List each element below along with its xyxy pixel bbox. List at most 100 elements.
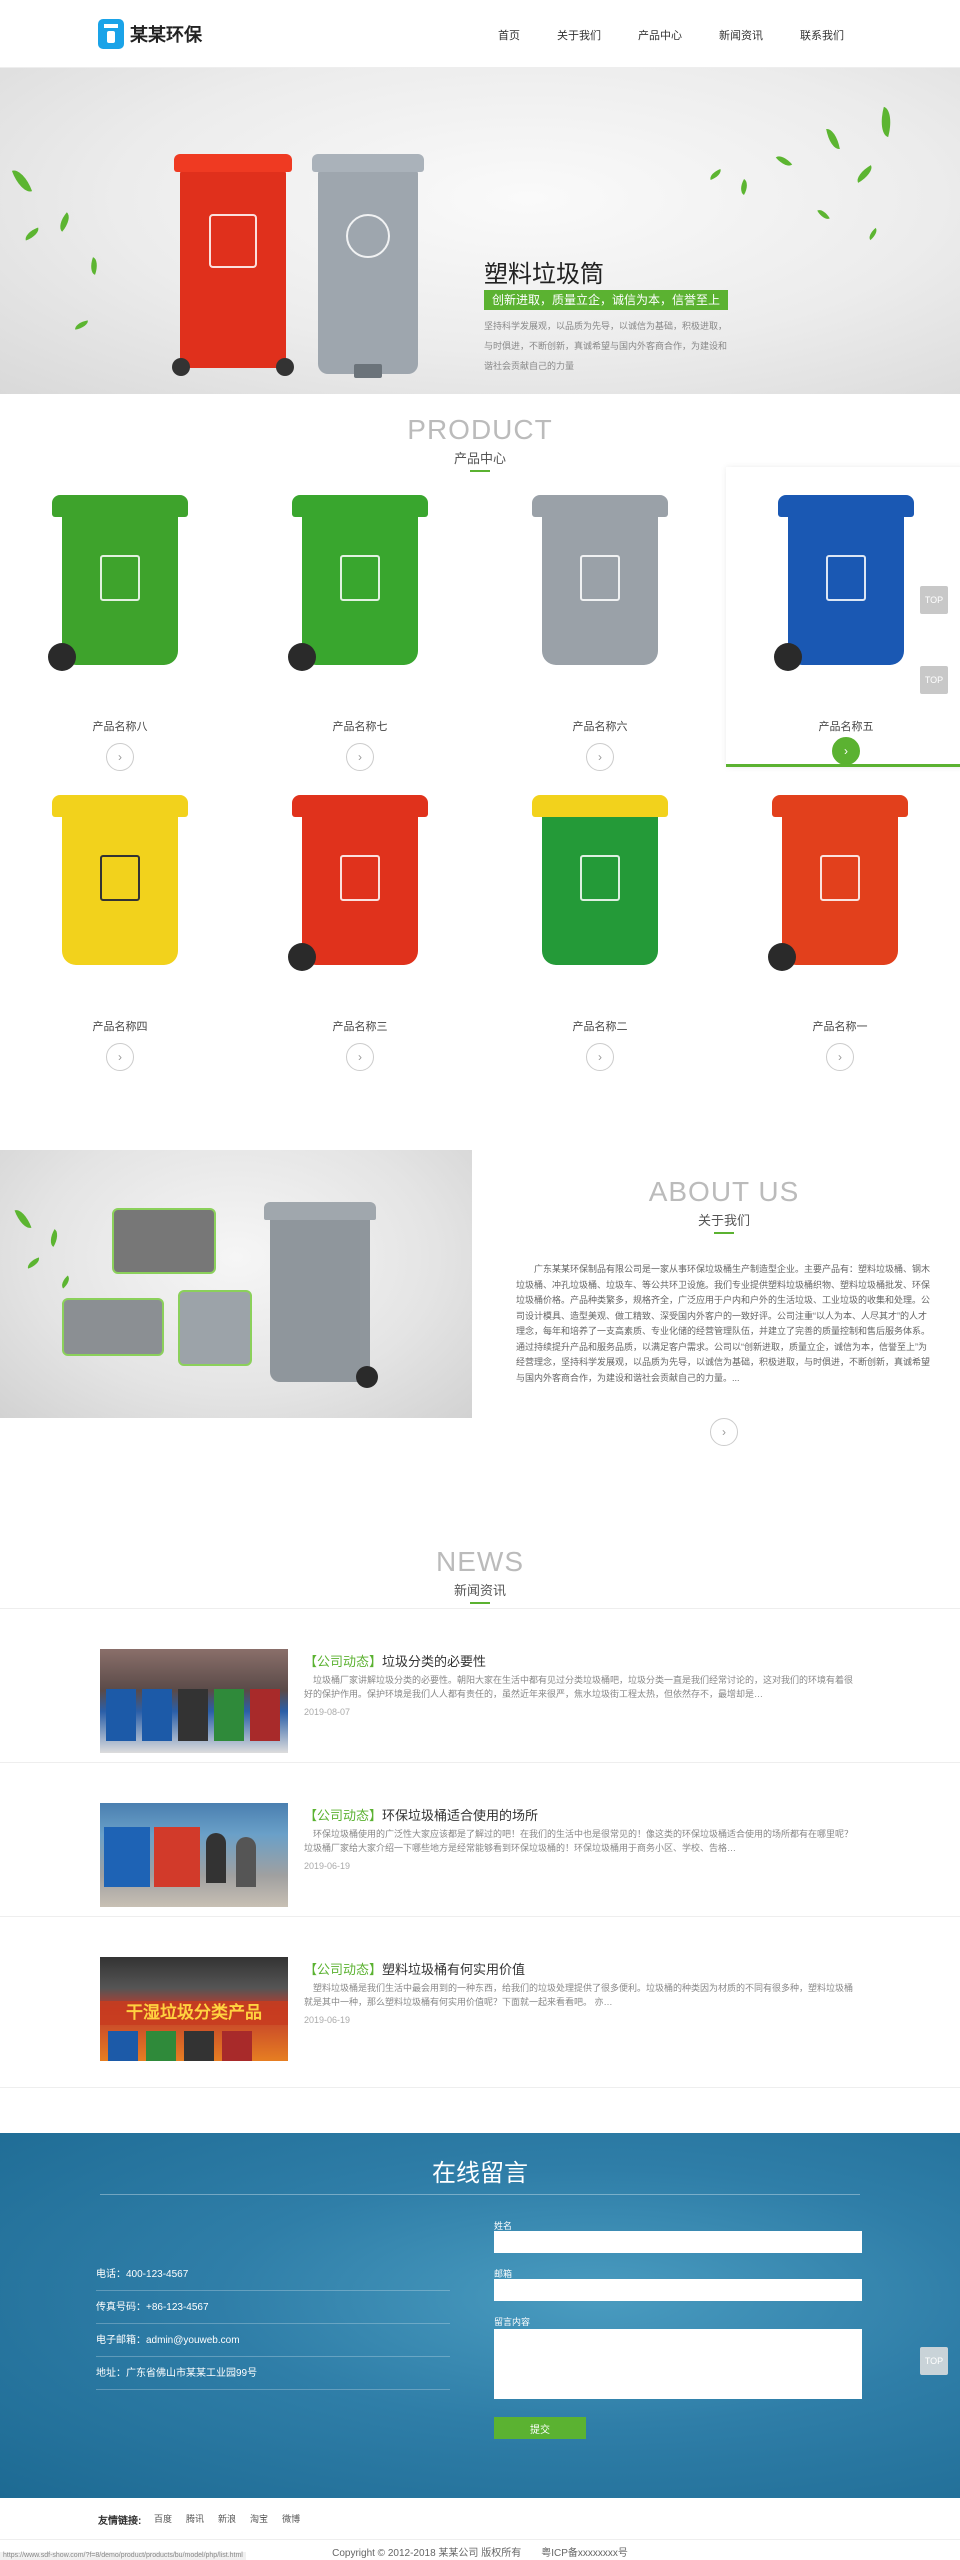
status-bar-url: https://www.sdf-show.com/?f=8/demo/produ… [0, 2552, 246, 2560]
news-date: 2019-06-19 [304, 1861, 351, 1871]
friend-links: 友情链接: 百度 腾讯 新浪 淘宝 微博 [0, 2498, 960, 2540]
product-name: 产品名称八 [92, 721, 148, 733]
nav-contact[interactable]: 联系我们 [800, 27, 844, 43]
back-to-top-button[interactable]: TOP [920, 666, 948, 694]
product-card[interactable]: 产品名称六 › [480, 475, 720, 775]
contact-divider [100, 2194, 860, 2195]
logo-icon [98, 19, 124, 49]
news-description: 环保垃圾桶使用的广泛性大家应该都是了解过的吧！在我们的生活中也是很常见的！像这类… [304, 1829, 854, 1853]
name-field[interactable] [494, 2231, 862, 2253]
products-title-underline [470, 470, 490, 472]
friend-links-label: 友情链接: [98, 2516, 142, 2527]
product-image [52, 795, 188, 965]
chevron-right-icon[interactable]: › [710, 1418, 738, 1446]
product-image [288, 495, 428, 671]
news-title[interactable]: 【公司动态】塑料垃圾桶有何实用价值 [304, 1959, 525, 1978]
about-title-cn: 关于我们 [697, 1213, 750, 1228]
link-sina[interactable]: 新浪 [218, 2512, 236, 2525]
news-title[interactable]: 【公司动态】垃圾分类的必要性 [304, 1651, 486, 1670]
leaf-decoration [866, 227, 880, 241]
product-image [768, 795, 908, 971]
product-image [288, 795, 428, 971]
news-item[interactable]: 干湿垃圾分类产品 【公司动态】塑料垃圾桶有何实用价值 塑料垃圾桶是我们生活中最会… [0, 1916, 960, 2088]
news-thumbnail[interactable] [100, 1649, 288, 1753]
contact-fax: 传真号码：+86-123-4567 [96, 2291, 450, 2324]
product-image [532, 795, 668, 965]
submit-button[interactable]: 提交 [494, 2417, 586, 2439]
leaf-decoration [708, 168, 723, 181]
news-title-en: NEWS [436, 1546, 524, 1577]
news-description: 塑料垃圾桶是我们生活中最会用到的一种东西，给我们的垃圾处理提供了很多便利。垃圾桶… [304, 1983, 854, 2007]
leaf-decoration [737, 178, 751, 196]
leaf-decoration [87, 257, 101, 275]
news-title-cn: 新闻资讯 [453, 1583, 506, 1598]
about-title-en: ABOUT US [648, 1176, 800, 1207]
product-card[interactable]: 产品名称三 › [240, 775, 480, 1075]
chevron-right-icon[interactable]: › [106, 743, 134, 771]
link-taobao[interactable]: 淘宝 [250, 2512, 268, 2525]
chevron-right-icon[interactable]: › [346, 1043, 374, 1071]
thumbnail-caption: 干湿垃圾分类产品 [100, 2001, 288, 2025]
news-title[interactable]: 【公司动态】环保垃圾桶适合使用的场所 [304, 1805, 538, 1824]
product-card[interactable]: 产品名称八 › [0, 475, 240, 775]
chevron-right-icon[interactable]: › [586, 743, 614, 771]
leaf-decoration [817, 207, 830, 222]
product-name: 产品名称七 [332, 721, 388, 733]
product-name: 产品名称五 [818, 721, 874, 733]
product-card[interactable]: 产品名称四 › [0, 775, 240, 1075]
nav-products[interactable]: 产品中心 [638, 27, 682, 43]
contact-title: 在线留言 [432, 2160, 528, 2187]
product-name: 产品名称四 [92, 1021, 148, 1033]
banner-description: 坚持科学发展观，以品质为先导，以诚信为基础，积极进取，与时俱进，不断创新，真诚希… [484, 321, 728, 371]
leaf-decoration [775, 152, 793, 170]
main-nav: 首页 关于我们 产品中心 新闻资讯 联系我们 [461, 27, 844, 43]
news-title-underline [470, 1602, 490, 1604]
contact-phone: 电话：400-123-4567 [96, 2258, 450, 2291]
chevron-right-icon[interactable]: › [586, 1043, 614, 1071]
product-card[interactable]: 产品名称二 › [480, 775, 720, 1075]
banner-tagline: 创新进取，质量立企，诚信为本，信誉至上 [484, 290, 729, 310]
nav-news[interactable]: 新闻资讯 [719, 27, 763, 43]
nav-about[interactable]: 关于我们 [557, 27, 601, 43]
back-to-top-button[interactable]: TOP [920, 2347, 948, 2375]
leaf-decoration [876, 106, 896, 138]
contact-address: 地址：广东省佛山市某某工业园99号 [96, 2357, 450, 2390]
leaf-decoration [853, 165, 876, 183]
banner-title: 塑料垃圾筒 [484, 261, 604, 288]
back-to-top-button[interactable]: TOP [920, 586, 948, 614]
chevron-right-icon[interactable]: › [106, 1043, 134, 1071]
news-item[interactable]: 【公司动态】垃圾分类的必要性 垃圾桶厂家讲解垃圾分类的必要性。朝阳大家在生活中都… [0, 1608, 960, 1762]
news-date: 2019-06-19 [304, 2015, 351, 2025]
product-name: 产品名称六 [572, 721, 628, 733]
message-field[interactable] [494, 2329, 862, 2399]
chevron-right-icon[interactable]: › [346, 743, 374, 771]
product-image [532, 495, 668, 665]
leaf-decoration [23, 227, 41, 241]
site-logo[interactable]: 某某环保 [98, 18, 202, 50]
about-title-underline [714, 1232, 734, 1234]
gray-bin-image [312, 154, 424, 378]
message-label: 留言内容 [494, 2317, 531, 2327]
product-image [48, 495, 188, 671]
chevron-right-icon[interactable]: › [826, 1043, 854, 1071]
email-field[interactable] [494, 2279, 862, 2301]
contact-email: 电子邮箱：admin@youweb.com [96, 2324, 450, 2357]
product-card-active[interactable]: 产品名称五 › [726, 467, 960, 767]
about-text: 广东某某环保制品有限公司是一家从事环保垃圾桶生产制造型企业。主要产品有：塑料垃圾… [516, 1264, 931, 1383]
link-weibo[interactable]: 微博 [282, 2512, 300, 2525]
product-card[interactable]: 产品名称一 › [720, 775, 960, 1075]
news-description: 垃圾桶厂家讲解垃圾分类的必要性。朝阳大家在生活中都有见过分类垃圾桶吧，垃圾分类一… [304, 1675, 854, 1699]
leaf-decoration [11, 166, 33, 196]
news-thumbnail[interactable]: 干湿垃圾分类产品 [100, 1957, 288, 2061]
leaf-decoration [826, 127, 840, 151]
chevron-right-icon[interactable]: › [832, 737, 860, 765]
news-thumbnail[interactable] [100, 1803, 288, 1907]
site-header: 某某环保 首页 关于我们 产品中心 新闻资讯 联系我们 [0, 0, 960, 68]
link-baidu[interactable]: 百度 [154, 2512, 172, 2525]
product-name: 产品名称三 [332, 1021, 388, 1033]
nav-home[interactable]: 首页 [498, 27, 520, 43]
link-tencent[interactable]: 腾讯 [186, 2512, 204, 2525]
product-card[interactable]: 产品名称七 › [240, 475, 480, 775]
news-item[interactable]: 【公司动态】环保垃圾桶适合使用的场所 环保垃圾桶使用的广泛性大家应该都是了解过的… [0, 1762, 960, 1916]
logo-text: 某某环保 [130, 25, 202, 45]
